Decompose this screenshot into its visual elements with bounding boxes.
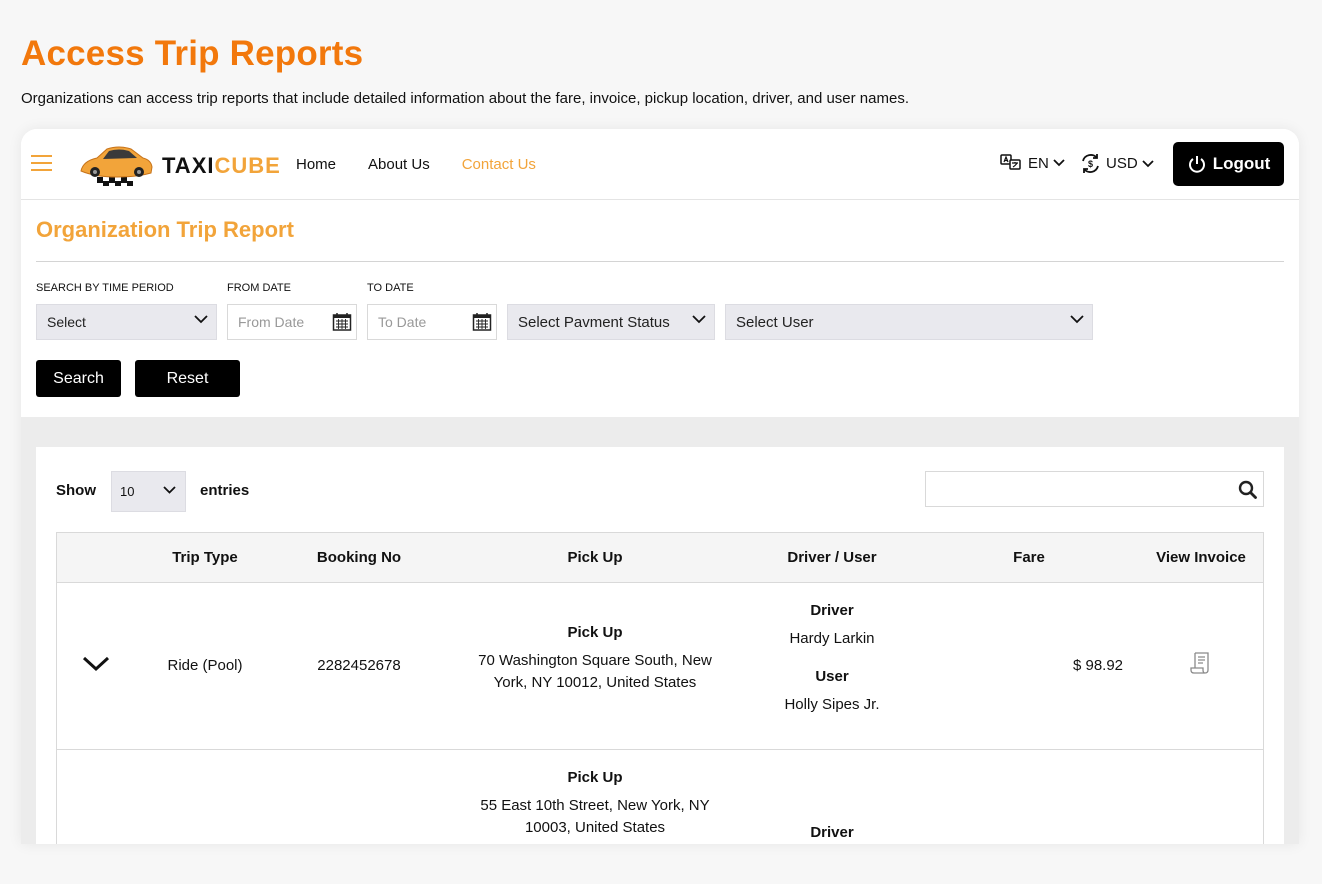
from-date-input[interactable]: From Date bbox=[227, 304, 357, 340]
page-title: Access Trip Reports bbox=[21, 34, 364, 73]
show-label: Show bbox=[56, 482, 96, 499]
brand-cube: CUBE bbox=[214, 153, 281, 178]
table-header: Trip Type Booking No Pick Up Driver / Us… bbox=[57, 533, 1263, 583]
from-date-label: FROM DATE bbox=[227, 282, 291, 294]
column-header-fare[interactable]: Fare bbox=[1013, 549, 1045, 566]
column-header-pick-up[interactable]: Pick Up bbox=[567, 549, 622, 566]
from-date-placeholder: From Date bbox=[238, 314, 305, 330]
divider bbox=[36, 261, 1284, 262]
chevron-down-icon[interactable] bbox=[82, 655, 110, 673]
main-nav: Home About Us Contact Us bbox=[296, 156, 568, 173]
brand-logo[interactable]: TAXICUBE bbox=[77, 141, 280, 187]
nav-contact-us[interactable]: Contact Us bbox=[462, 156, 536, 173]
driver-heading: Driver bbox=[810, 602, 854, 619]
logout-label: Logout bbox=[1212, 154, 1271, 173]
entries-value: 10 bbox=[120, 484, 135, 499]
logout-button[interactable]: Logout bbox=[1173, 142, 1284, 186]
user-name: Holly Sipes Jr. bbox=[784, 696, 880, 713]
payment-status-value: Select Pavment Status bbox=[518, 313, 670, 331]
calendar-icon[interactable] bbox=[472, 312, 492, 332]
to-date-input[interactable]: To Date bbox=[367, 304, 497, 340]
svg-text:$: $ bbox=[1088, 159, 1093, 169]
pickup-heading: Pick Up bbox=[567, 769, 623, 786]
payment-status-select[interactable]: Select Pavment Status bbox=[507, 304, 715, 340]
trip-table: Trip Type Booking No Pick Up Driver / Us… bbox=[56, 532, 1264, 844]
time-period-select[interactable]: Select bbox=[36, 304, 217, 340]
search-icon[interactable] bbox=[1238, 480, 1257, 499]
pickup-address-line2: York, NY 10012, United States bbox=[493, 674, 697, 691]
reset-button[interactable]: Reset bbox=[135, 360, 240, 397]
column-header-driver-user[interactable]: Driver / User bbox=[787, 549, 876, 566]
chevron-down-icon bbox=[1142, 159, 1154, 167]
chevron-down-icon bbox=[194, 315, 208, 324]
pickup-address-line1: 55 East 10th Street, New York, NY bbox=[480, 797, 710, 814]
entries-per-page-select[interactable]: 10 bbox=[111, 471, 186, 512]
page-description: Organizations can access trip reports th… bbox=[21, 90, 909, 107]
driver-heading: Driver bbox=[810, 824, 854, 841]
translate-icon bbox=[1000, 154, 1021, 170]
hamburger-menu-icon[interactable] bbox=[31, 155, 52, 172]
table-row: Pick Up 55 East 10th Street, New York, N… bbox=[57, 750, 1263, 844]
column-header-booking-no[interactable]: Booking No bbox=[317, 549, 401, 566]
report-title: Organization Trip Report bbox=[36, 217, 294, 242]
chevron-down-icon bbox=[1053, 159, 1065, 167]
language-value: EN bbox=[1028, 154, 1049, 172]
time-period-label: SEARCH BY TIME PERIOD bbox=[36, 282, 174, 294]
taxi-car-logo-icon bbox=[80, 146, 153, 186]
entries-label: entries bbox=[200, 482, 250, 499]
power-icon bbox=[1188, 156, 1205, 173]
nav-about-us[interactable]: About Us bbox=[368, 156, 430, 173]
pickup-address-line2: 10003, United States bbox=[524, 819, 666, 836]
to-date-label: TO DATE bbox=[367, 282, 414, 294]
currency-value: USD bbox=[1106, 155, 1138, 172]
nav-home[interactable]: Home bbox=[296, 156, 336, 173]
fare-amount: $ 98.92 bbox=[1072, 657, 1124, 674]
top-navbar: TAXICUBE Home About Us Contact Us EN $ U… bbox=[21, 129, 1299, 200]
brand-wordmark: TAXICUBE bbox=[162, 153, 281, 179]
currency-selector[interactable]: $ USD bbox=[1080, 153, 1154, 174]
invoice-receipt-icon[interactable] bbox=[1190, 651, 1212, 675]
language-selector[interactable]: EN bbox=[1000, 153, 1065, 173]
calendar-icon[interactable] bbox=[332, 312, 352, 332]
pickup-address-line1: 70 Washington Square South, New bbox=[478, 652, 712, 669]
chevron-down-icon bbox=[163, 486, 176, 494]
time-period-value: Select bbox=[47, 314, 86, 330]
table-search-input[interactable] bbox=[925, 471, 1264, 507]
booking-no: 2282452678 bbox=[317, 657, 401, 674]
chevron-down-icon bbox=[692, 315, 706, 324]
search-button[interactable]: Search bbox=[36, 360, 121, 397]
chevron-down-icon bbox=[1070, 315, 1084, 324]
column-header-view-invoice[interactable]: View Invoice bbox=[1156, 549, 1246, 566]
table-row: Ride (Pool) 2282452678 Pick Up 70 Washin… bbox=[57, 583, 1263, 750]
to-date-placeholder: To Date bbox=[378, 314, 427, 330]
user-heading: User bbox=[815, 668, 849, 685]
app-window: TAXICUBE Home About Us Contact Us EN $ U… bbox=[21, 129, 1299, 844]
pickup-heading: Pick Up bbox=[567, 624, 623, 641]
currency-exchange-icon: $ bbox=[1082, 154, 1099, 173]
driver-name: Hardy Larkin bbox=[789, 630, 875, 647]
user-select-value: Select User bbox=[736, 313, 814, 331]
trip-type: Ride (Pool) bbox=[167, 657, 243, 674]
results-card: Show 10 entries Trip Type Booking No Pic… bbox=[36, 447, 1284, 844]
brand-taxi: TAXI bbox=[162, 153, 215, 178]
column-header-trip-type[interactable]: Trip Type bbox=[172, 549, 238, 566]
user-select[interactable]: Select User bbox=[725, 304, 1093, 340]
